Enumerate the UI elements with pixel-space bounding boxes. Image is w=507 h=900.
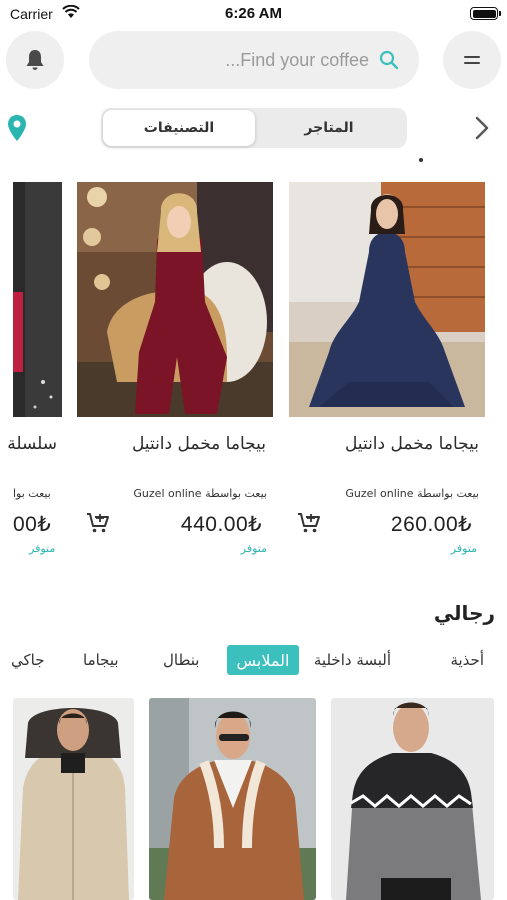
category-tab[interactable]: أحذية <box>450 645 484 675</box>
category-tab[interactable]: ألبسة داخلية <box>314 645 391 675</box>
product-card[interactable] <box>149 698 316 900</box>
tab-categories[interactable]: التصنيفات <box>103 110 255 146</box>
product-seller: بيعت بوا <box>13 487 51 500</box>
segmented-control: التصنيفات المتاجر <box>101 108 407 148</box>
clock: 6:26 AM <box>225 5 282 22</box>
seller-name[interactable]: Guzel online <box>133 487 201 500</box>
product-card[interactable] <box>13 698 134 900</box>
product-title[interactable]: بيجاما مخمل دانتيل <box>132 434 266 454</box>
menu-button[interactable] <box>443 31 501 89</box>
product-image[interactable] <box>289 182 485 417</box>
status-bar: Carrier 6:26 AM <box>0 0 507 30</box>
stock-status: متوفر <box>450 542 477 555</box>
product-seller: بيعت بواسطة Guzel online <box>133 487 267 500</box>
location-pin-icon[interactable] <box>7 114 27 142</box>
category-tab[interactable]: جاكي <box>11 645 45 675</box>
product-title[interactable]: سلسلة <box>7 434 57 454</box>
bell-icon <box>26 50 44 70</box>
category-tab[interactable]: بيجاما <box>83 645 119 675</box>
product-price: 00₺ <box>13 513 52 536</box>
product-price: 260.00₺ <box>390 513 472 536</box>
product-seller: بيعت بواسطة Guzel online <box>345 487 479 500</box>
search-placeholder: ...Find your coffee <box>225 50 369 70</box>
search-icon[interactable] <box>379 50 399 70</box>
search-input[interactable]: ...Find your coffee <box>89 31 419 89</box>
category-tab[interactable]: بنطال <box>163 645 199 675</box>
product-image[interactable] <box>13 182 62 417</box>
seller-label: بيعت بواسطة <box>205 487 267 500</box>
battery-tip <box>499 11 501 16</box>
scroll-indicator-dot <box>419 158 423 162</box>
product-price: 440.00₺ <box>180 513 262 536</box>
category-tab-active[interactable]: الملابس <box>227 645 299 675</box>
notifications-button[interactable] <box>6 31 64 89</box>
chevron-right-icon[interactable] <box>475 116 489 140</box>
stock-status: متوفر <box>240 542 267 555</box>
seller-name[interactable]: Guzel online <box>345 487 413 500</box>
battery-icon <box>470 7 498 20</box>
seller-label: بيعت بواسطة <box>417 487 479 500</box>
product-title[interactable]: بيجاما مخمل دانتيل <box>345 434 479 454</box>
section-title: رجالي <box>433 601 495 625</box>
product-image[interactable] <box>77 182 273 417</box>
add-to-cart-icon[interactable] <box>297 512 321 534</box>
seller-label: بيعت بوا <box>13 487 51 500</box>
menu-icon <box>464 56 480 64</box>
product-card[interactable] <box>331 698 494 900</box>
add-to-cart-icon[interactable] <box>86 512 110 534</box>
stock-status: متوفر <box>29 542 56 555</box>
tab-stores[interactable]: المتاجر <box>253 110 405 146</box>
